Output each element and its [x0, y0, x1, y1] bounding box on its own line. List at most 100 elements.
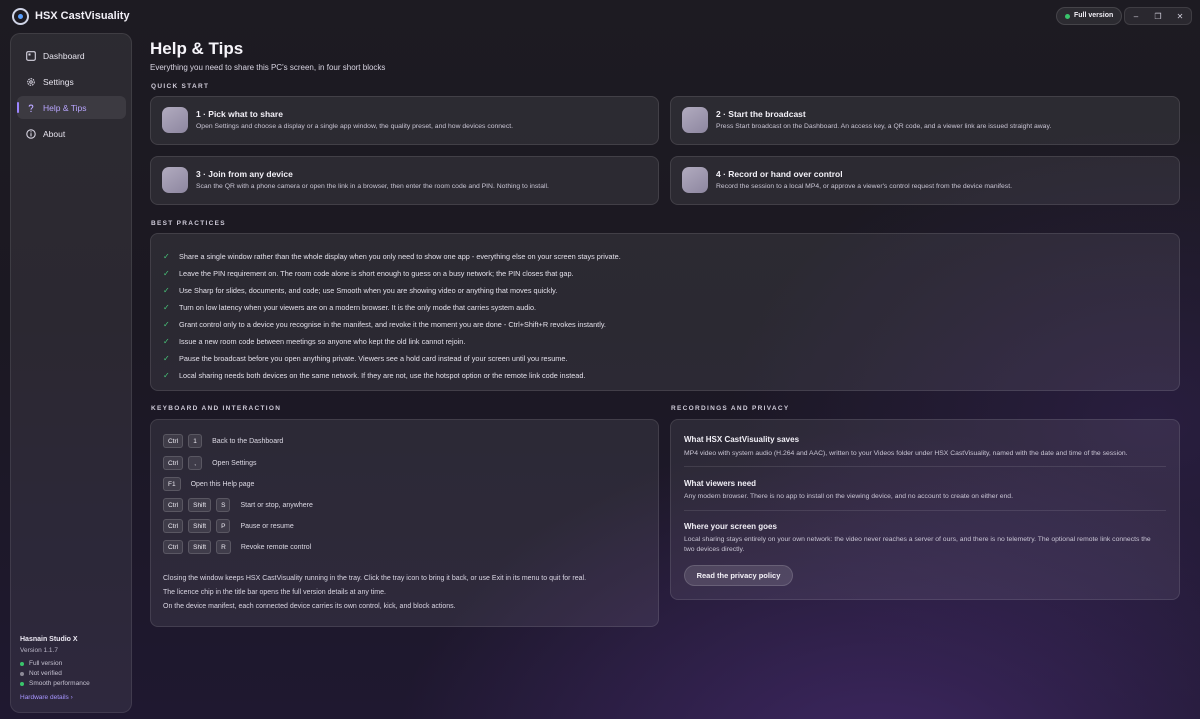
sidebar-item-about[interactable]: About [17, 122, 126, 145]
step-description: Press Start broadcast on the Dashboard. … [716, 123, 1052, 130]
question-icon [25, 102, 36, 113]
list-item: ✓ Share a single window rather than the w… [163, 252, 621, 261]
quick-start-card: 2 · Start the broadcast Press Start broa… [670, 96, 1180, 145]
recordings-section-title: Where your screen goes [684, 522, 777, 531]
sidebar-item-label: Settings [43, 76, 74, 87]
shortcut-row: F1 Open this Help page [163, 477, 254, 491]
step-title: 1 · Pick what to share [196, 109, 283, 119]
status-performance: Smooth performance [20, 680, 124, 687]
check-icon: ✓ [163, 286, 170, 295]
key-cap: F1 [163, 477, 181, 491]
status-dot-icon [20, 681, 24, 686]
license-chip[interactable]: Full version [1056, 7, 1123, 25]
key-cap: Shift [188, 540, 212, 554]
list-item: ✓ Turn on low latency when your viewers a… [163, 303, 537, 312]
shortcut-action: Pause or resume [240, 522, 294, 530]
info-icon [25, 128, 36, 139]
keyboard-note: The licence chip in the title bar opens … [163, 589, 386, 596]
sidebar-item-dashboard[interactable]: Dashboard [17, 44, 126, 67]
check-icon: ✓ [163, 303, 170, 312]
step-icon [162, 167, 188, 193]
step-title: 3 · Join from any device [196, 169, 293, 179]
quick-start-card: 3 · Join from any device Scan the QR wit… [150, 156, 659, 205]
key-cap: Ctrl [163, 540, 184, 554]
step-icon [682, 167, 708, 193]
sidebar-item-help-tips[interactable]: Help & Tips [17, 96, 126, 119]
key-cap: 1 [188, 434, 203, 448]
key-cap: Ctrl [163, 456, 184, 470]
quick-start-card: 4 · Record or hand over control Record t… [670, 156, 1180, 205]
studio-name: Hasnain Studio X [20, 636, 78, 643]
gear-icon [25, 76, 36, 87]
list-item: ✓ Pause the broadcast before you open any… [163, 354, 568, 363]
sidebar-footer: Hasnain Studio X Version 1.1.7 Full vers… [20, 636, 124, 701]
step-title: 4 · Record or hand over control [716, 169, 843, 179]
sidebar-item-label: Help & Tips [43, 102, 87, 113]
recordings-section-desc: Local sharing stays entirely on your own… [684, 536, 1151, 553]
privacy-policy-button[interactable]: Read the privacy policy [684, 565, 793, 586]
restore-button[interactable]: ❐ [1147, 8, 1169, 24]
status-not-verified: Not verified [20, 670, 124, 677]
sidebar: Dashboard Settings Help & Tips About Has… [10, 33, 132, 713]
shortcut-action: Open this Help page [190, 480, 255, 488]
sidebar-item-label: Dashboard [43, 50, 85, 61]
check-icon: ✓ [163, 320, 170, 329]
list-item: ✓ Issue a new room code between meetings … [163, 337, 466, 346]
shortcut-action: Start or stop, anywhere [240, 501, 313, 509]
app-title: HSX CastVisuality [35, 10, 130, 22]
quick-start-card: 1 · Pick what to share Open Settings and… [150, 96, 659, 145]
window-controls: – ❐ ✕ [1124, 7, 1192, 25]
step-icon [682, 107, 708, 133]
license-chip-label: Full version [1074, 12, 1114, 19]
list-item: ✓ Local sharing needs both devices on the… [163, 371, 586, 380]
key-cap: Ctrl [163, 519, 184, 533]
recordings-section-desc: MP4 video with system audio (H.264 and A… [684, 450, 1128, 457]
step-icon [162, 107, 188, 133]
hardware-details-link[interactable]: Hardware details › [20, 694, 124, 701]
check-icon: ✓ [163, 269, 170, 278]
shortcut-row: Ctrl , Open Settings [163, 456, 256, 470]
key-cap: Shift [188, 519, 212, 533]
status-dot-icon [20, 661, 24, 666]
check-icon: ✓ [163, 371, 170, 380]
divider [684, 510, 1166, 511]
key-cap: R [216, 540, 231, 554]
best-practices-list: ✓ Share a single window rather than the w… [163, 248, 1163, 384]
page-title: Help & Tips [150, 39, 244, 58]
sidebar-item-settings[interactable]: Settings [17, 70, 126, 93]
minimize-button[interactable]: – [1125, 8, 1147, 24]
page-subtitle: Everything you need to share this PC's s… [150, 63, 386, 72]
shortcut-row: Ctrl 1 Back to the Dashboard [163, 434, 283, 448]
step-description: Open Settings and choose a display or a … [196, 123, 514, 130]
keyboard-note: On the device manifest, each connected d… [163, 603, 456, 610]
key-cap: Shift [188, 498, 212, 512]
step-description: Record the session to a local MP4, or ap… [716, 183, 1012, 190]
shortcut-action: Open Settings [212, 459, 257, 467]
list-item: ✓ Use Sharp for slides, documents, and co… [163, 286, 558, 295]
keyboard-note: Closing the window keeps HSX CastVisuali… [163, 575, 587, 582]
key-cap: P [216, 519, 231, 533]
check-icon: ✓ [163, 252, 170, 261]
section-label-quick-start: QUICK START [151, 83, 210, 90]
shortcut-row: Ctrl Shift R Revoke remote control [163, 540, 311, 554]
list-item: ✓ Grant control only to a device you reco… [163, 320, 606, 329]
shortcut-action: Back to the Dashboard [212, 437, 284, 445]
title-bar: HSX CastVisuality Full version – ❐ ✕ [0, 0, 1200, 32]
key-cap: , [188, 456, 203, 470]
status-full-version: Full version [20, 660, 124, 667]
check-icon: ✓ [163, 354, 170, 363]
key-cap: Ctrl [163, 498, 184, 512]
shortcut-action: Revoke remote control [240, 543, 312, 551]
section-label-best-practices: BEST PRACTICES [151, 220, 226, 227]
close-button[interactable]: ✕ [1169, 8, 1191, 24]
status-dot-icon [20, 671, 24, 676]
recordings-section-title: What HSX CastVisuality saves [684, 435, 800, 444]
status-dot-icon [1065, 14, 1070, 19]
check-icon: ✓ [163, 337, 170, 346]
recordings-section-desc: Any modern browser. There is no app to i… [684, 493, 1013, 500]
key-cap: Ctrl [163, 434, 184, 448]
recordings-section-title: What viewers need [684, 479, 757, 488]
step-title: 2 · Start the broadcast [716, 109, 806, 119]
list-item: ✓ Leave the PIN requirement on. The room … [163, 269, 574, 278]
shortcut-row: Ctrl Shift S Start or stop, anywhere [163, 498, 313, 512]
